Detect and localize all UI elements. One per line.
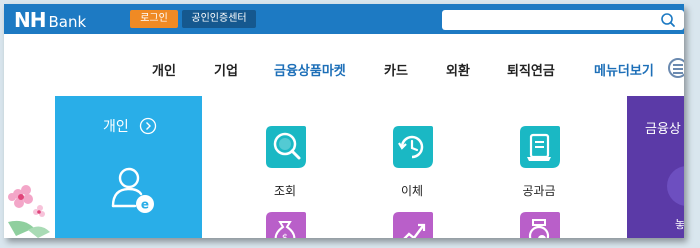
service-label: 공과금 bbox=[522, 184, 556, 198]
personal-panel-title: 개인 bbox=[103, 119, 129, 135]
personal-panel[interactable]: 개인 e bbox=[55, 96, 202, 238]
bill-icon bbox=[520, 126, 560, 168]
service-label: 조회 bbox=[273, 184, 297, 198]
user-e-icon: e bbox=[111, 167, 154, 213]
search-icon bbox=[266, 126, 306, 168]
flower-decoration-icon bbox=[8, 185, 50, 238]
service-area: 조회 이체 공과금 $ bbox=[202, 96, 627, 238]
top-bar: NH Bank 로그인 공인인증센터 bbox=[4, 4, 684, 34]
purple-panel-subtitle: 놓 bbox=[675, 218, 684, 231]
transfer-clock-icon bbox=[393, 126, 433, 168]
certificate-center-button[interactable]: 공인인증센터 bbox=[182, 10, 256, 28]
coin-jar-icon[interactable] bbox=[514, 208, 564, 238]
money-bag-icon[interactable]: $ bbox=[260, 208, 310, 238]
hamburger-menu-icon[interactable] bbox=[668, 58, 684, 78]
chevron-right-circle-icon[interactable] bbox=[139, 117, 157, 135]
nav-item-financial-market[interactable]: 금융상품마켓 bbox=[274, 60, 346, 79]
financial-product-panel[interactable]: 금융상 놓 bbox=[627, 96, 684, 238]
nav-item-corporate[interactable]: 기업 bbox=[214, 60, 238, 79]
menu-more-link[interactable]: 메뉴더보기 bbox=[594, 60, 654, 79]
growth-chart-icon[interactable] bbox=[387, 208, 437, 238]
login-button[interactable]: 로그인 bbox=[130, 10, 178, 28]
search-input[interactable] bbox=[448, 12, 652, 30]
browser-frame: NH Bank 로그인 공인인증센터 개인 기업 금융상품마켓 카드 외환 퇴직… bbox=[4, 4, 684, 238]
nh-bank-logo[interactable]: NH Bank bbox=[14, 8, 87, 32]
svg-text:e: e bbox=[141, 198, 149, 212]
svg-text:$: $ bbox=[282, 233, 288, 238]
service-label: 이체 bbox=[400, 184, 424, 198]
purple-panel-circle bbox=[667, 166, 684, 206]
nav-item-forex[interactable]: 외환 bbox=[446, 60, 470, 79]
nav-item-pension[interactable]: 퇴직연금 bbox=[507, 60, 555, 79]
main-nav: 개인 기업 금융상품마켓 카드 외환 퇴직연금 메뉴더보기 bbox=[4, 34, 684, 96]
logo-nh: NH bbox=[14, 8, 47, 32]
nav-item-card[interactable]: 카드 bbox=[384, 60, 408, 79]
logo-bank: Bank bbox=[48, 13, 87, 31]
search-icon[interactable] bbox=[660, 12, 676, 28]
search-box bbox=[442, 10, 684, 30]
nav-item-personal[interactable]: 개인 bbox=[152, 60, 176, 79]
purple-panel-title: 금융상 bbox=[645, 122, 681, 137]
